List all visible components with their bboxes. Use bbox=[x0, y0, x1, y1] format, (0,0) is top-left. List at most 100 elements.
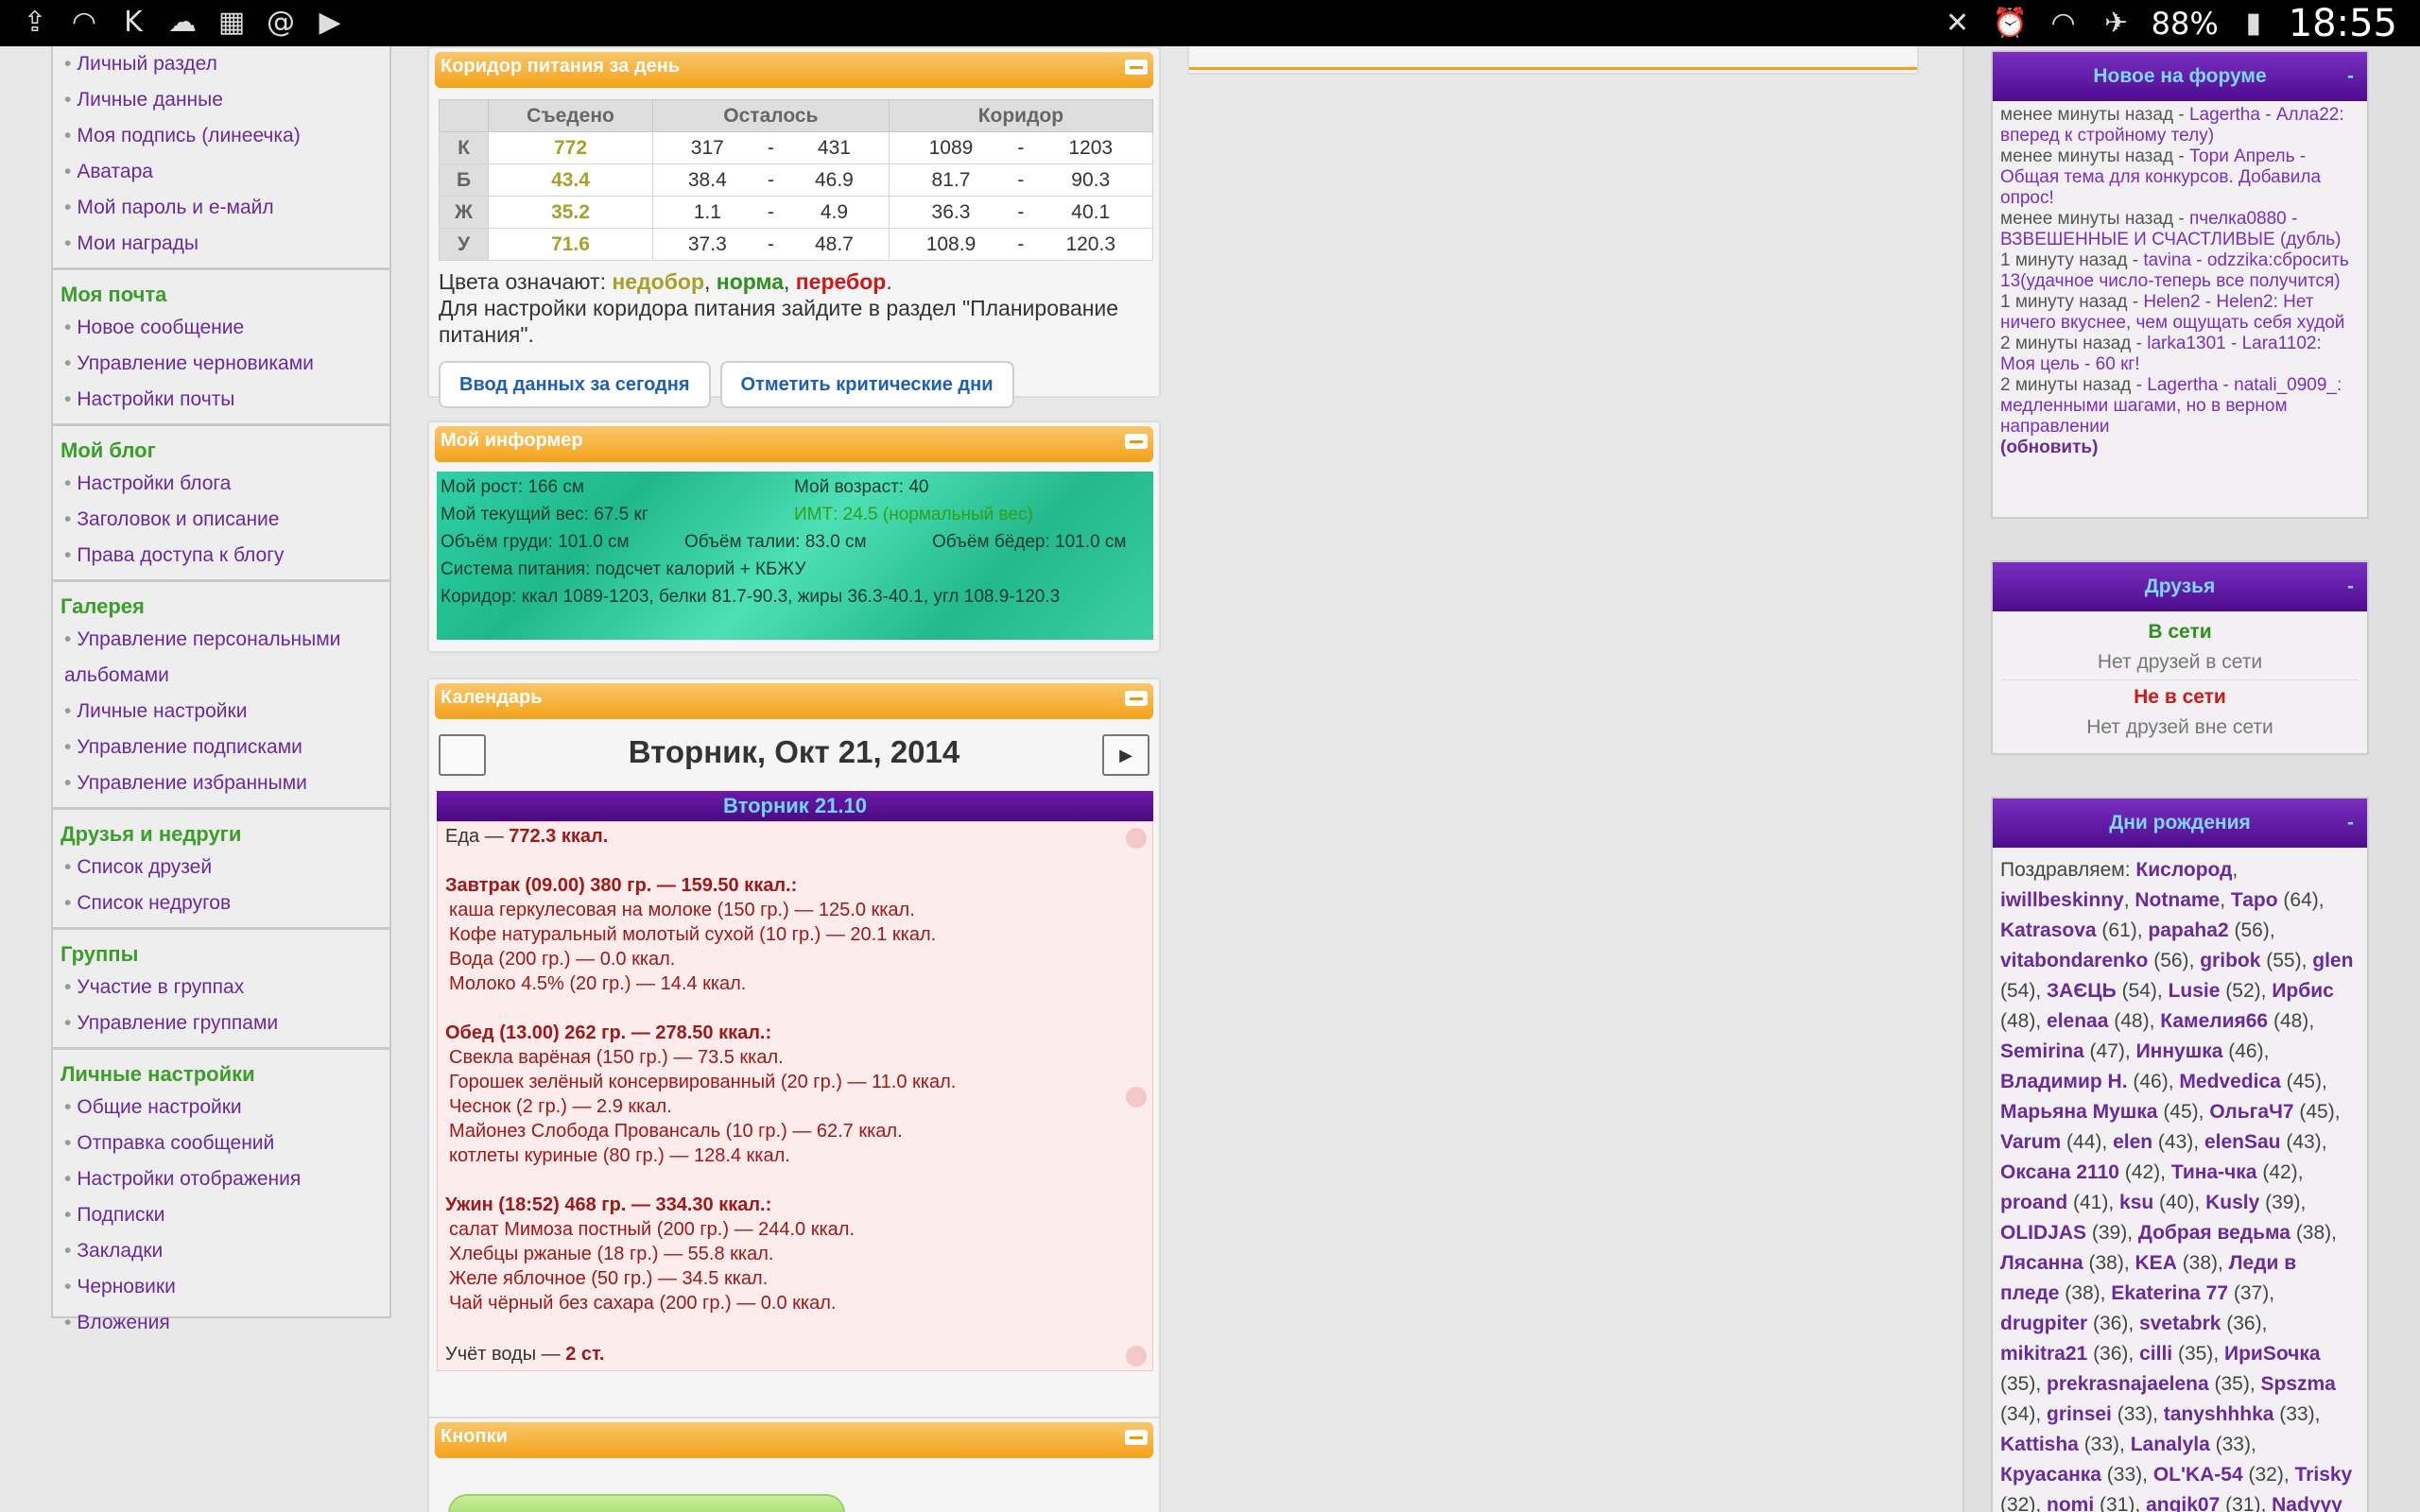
meal-title[interactable]: Завтрак (09.00) 380 гр. — 159.50 ккал.: bbox=[445, 873, 1147, 898]
meal-title[interactable]: Обед (13.00) 262 гр. — 278.50 ккал.: bbox=[445, 1021, 1147, 1045]
birthday-user-link[interactable]: Ekaterina 77 bbox=[2111, 1282, 2228, 1304]
birthday-user-link[interactable]: drugpiter bbox=[2000, 1313, 2087, 1334]
birthday-user-link[interactable]: ИриSочка bbox=[2224, 1343, 2321, 1365]
birthday-user-link[interactable]: elen bbox=[2113, 1131, 2152, 1153]
menu-item[interactable]: • Управление группами bbox=[60, 1005, 382, 1041]
menu-item[interactable]: • Список недругов bbox=[60, 885, 382, 921]
birthday-user-link[interactable]: iwillbeskinny bbox=[2000, 889, 2124, 911]
hand-icon[interactable] bbox=[1126, 1087, 1147, 1108]
collapse-button[interactable] bbox=[1125, 434, 1148, 449]
birthday-user-link[interactable]: papaha2 bbox=[2148, 919, 2228, 941]
birthday-user-link[interactable]: prekrasnajaelena bbox=[2047, 1373, 2209, 1395]
birthday-user-link[interactable]: Лясанна bbox=[2000, 1252, 2083, 1274]
birthday-user-link[interactable]: vitabondarenko bbox=[2000, 950, 2148, 971]
friends-collapse[interactable]: - bbox=[2347, 562, 2354, 611]
mark-critical-days-button[interactable]: Отметить критические дни bbox=[719, 361, 1014, 408]
birthday-user-link[interactable]: Владимир Н. bbox=[2000, 1071, 2128, 1092]
birthday-user-link[interactable]: tanyshhhka bbox=[2164, 1403, 2274, 1425]
birthday-user-link[interactable]: Ирбис bbox=[2272, 980, 2333, 1002]
birthday-user-link[interactable]: Тина-чка bbox=[2171, 1161, 2257, 1183]
birthdays-collapse[interactable]: - bbox=[2347, 799, 2354, 848]
birthday-user-link[interactable]: Spszma bbox=[2261, 1373, 2336, 1395]
menu-item[interactable]: • Мои награды bbox=[60, 226, 382, 262]
forum-refresh-link[interactable]: (обновить) bbox=[2000, 438, 2360, 458]
menu-item[interactable]: • Личный раздел bbox=[60, 46, 382, 82]
birthday-user-link[interactable]: Таро bbox=[2231, 889, 2278, 911]
collapse-button[interactable] bbox=[1125, 1430, 1148, 1445]
hand-icon[interactable] bbox=[1126, 828, 1147, 849]
birthday-user-link[interactable]: elenaa bbox=[2047, 1010, 2108, 1032]
birthday-user-link[interactable]: Nadyyy bbox=[2272, 1494, 2342, 1512]
menu-item[interactable]: • Участие в группах bbox=[60, 970, 382, 1005]
collapse-button[interactable] bbox=[1125, 60, 1148, 75]
birthday-user-link[interactable]: Оксана 2110 bbox=[2000, 1161, 2119, 1183]
menu-item[interactable]: • Управление черновиками bbox=[60, 346, 382, 382]
menu-item[interactable]: • Управление избранными bbox=[60, 765, 382, 801]
birthday-user-link[interactable]: nomi bbox=[2047, 1494, 2094, 1512]
menu-item[interactable]: • Вложения bbox=[60, 1305, 382, 1341]
menu-item[interactable]: • Закладки bbox=[60, 1233, 382, 1269]
menu-item[interactable]: • Управление подписками bbox=[60, 730, 382, 765]
birthday-user-link[interactable]: Круасанка bbox=[2000, 1464, 2101, 1486]
birthday-user-link[interactable]: ksu bbox=[2119, 1192, 2153, 1213]
menu-item[interactable]: • Настройки почты bbox=[60, 382, 382, 418]
menu-item[interactable]: • Личные настройки bbox=[60, 694, 382, 730]
menu-item[interactable]: • Заголовок и описание bbox=[60, 502, 382, 538]
birthday-user-link[interactable]: angik07 bbox=[2146, 1494, 2220, 1512]
menu-item[interactable]: • Список друзей bbox=[60, 850, 382, 885]
birthday-user-link[interactable]: Medvedica bbox=[2179, 1071, 2280, 1092]
enter-today-button[interactable]: Ввод данных за сегодня bbox=[439, 361, 711, 408]
meal-title[interactable]: Ужин (18:52) 468 гр. — 334.30 ккал.: bbox=[445, 1193, 1147, 1217]
menu-item[interactable]: • Личные данные bbox=[60, 82, 382, 118]
birthday-user-link[interactable]: Katrasova bbox=[2000, 919, 2097, 941]
birthday-user-link[interactable]: gribok bbox=[2200, 950, 2260, 971]
menu-item[interactable]: • Общие настройки bbox=[60, 1090, 382, 1125]
birthday-user-link[interactable]: Semirina bbox=[2000, 1040, 2084, 1062]
menu-item[interactable]: • Аватара bbox=[60, 154, 382, 190]
menu-item[interactable]: • Настройки блога bbox=[60, 466, 382, 502]
hand-icon[interactable] bbox=[1126, 1346, 1147, 1366]
menu-item[interactable]: • Настройки отображения bbox=[60, 1161, 382, 1197]
birthday-user-link[interactable]: Kusly bbox=[2205, 1192, 2259, 1213]
menu-section-title[interactable]: Мой блог bbox=[60, 436, 382, 466]
menu-section-title[interactable]: Личные настройки bbox=[60, 1059, 382, 1090]
birthday-user-link[interactable]: cilli bbox=[2139, 1343, 2172, 1365]
button-image[interactable] bbox=[448, 1494, 845, 1512]
birthday-user-link[interactable]: Марьяна Мушка bbox=[2000, 1101, 2157, 1123]
menu-item[interactable]: • Управление персональными альбомами bbox=[60, 622, 382, 694]
birthday-user-link[interactable]: Камелия66 bbox=[2160, 1010, 2268, 1032]
birthday-user-link[interactable]: OLIDJAS bbox=[2000, 1222, 2086, 1244]
collapse-button[interactable] bbox=[1125, 691, 1148, 706]
birthday-user-link[interactable]: Kattisha bbox=[2000, 1434, 2079, 1455]
birthday-user-link[interactable]: Кислород bbox=[2135, 859, 2232, 881]
menu-item[interactable]: • Моя подпись (линеечка) bbox=[60, 118, 382, 154]
menu-section-title[interactable]: Галерея bbox=[60, 592, 382, 622]
birthday-user-link[interactable]: mikitra21 bbox=[2000, 1343, 2087, 1365]
menu-item[interactable]: • Отправка сообщений bbox=[60, 1125, 382, 1161]
birthday-user-link[interactable]: Lusie bbox=[2169, 980, 2221, 1002]
menu-section-title[interactable]: Друзья и недруги bbox=[60, 819, 382, 850]
birthday-user-link[interactable]: svetabrk bbox=[2139, 1313, 2221, 1334]
birthday-user-link[interactable]: Lanalyla bbox=[2131, 1434, 2210, 1455]
birthday-user-link[interactable]: Иннушка bbox=[2136, 1040, 2223, 1062]
birthday-user-link[interactable]: Добрая ведьма bbox=[2138, 1222, 2290, 1244]
birthday-user-link[interactable]: ОльгаЧ7 bbox=[2209, 1101, 2293, 1123]
birthday-user-link[interactable]: glen bbox=[2312, 950, 2353, 971]
birthday-user-link[interactable]: Varum bbox=[2000, 1131, 2061, 1153]
birthday-user-link[interactable]: ЗАЄЦЬ bbox=[2047, 980, 2117, 1002]
birthday-user-link[interactable]: elenSau bbox=[2204, 1131, 2281, 1153]
birthday-user-link[interactable]: Notname bbox=[2135, 889, 2220, 911]
informer-widget[interactable]: Мой рост: 166 см Мой возраст: 40 Мой тек… bbox=[437, 472, 1153, 640]
birthday-user-link[interactable]: grinsei bbox=[2047, 1403, 2112, 1425]
birthday-user-link[interactable]: proand bbox=[2000, 1192, 2067, 1213]
menu-section-title[interactable]: Моя почта bbox=[60, 280, 382, 310]
next-day-button[interactable]: ▶ bbox=[1102, 734, 1150, 776]
menu-item[interactable]: • Подписки bbox=[60, 1197, 382, 1233]
birthday-user-link[interactable]: OL'KA-54 bbox=[2153, 1464, 2243, 1486]
birthday-user-link[interactable]: Trisky bbox=[2295, 1464, 2353, 1486]
menu-item[interactable]: • Новое сообщение bbox=[60, 310, 382, 346]
forum-collapse[interactable]: - bbox=[2347, 52, 2354, 101]
menu-item[interactable]: • Права доступа к блогу bbox=[60, 538, 382, 574]
menu-item[interactable]: • Мой пароль и е-майл bbox=[60, 190, 382, 226]
menu-item[interactable]: • Черновики bbox=[60, 1269, 382, 1305]
